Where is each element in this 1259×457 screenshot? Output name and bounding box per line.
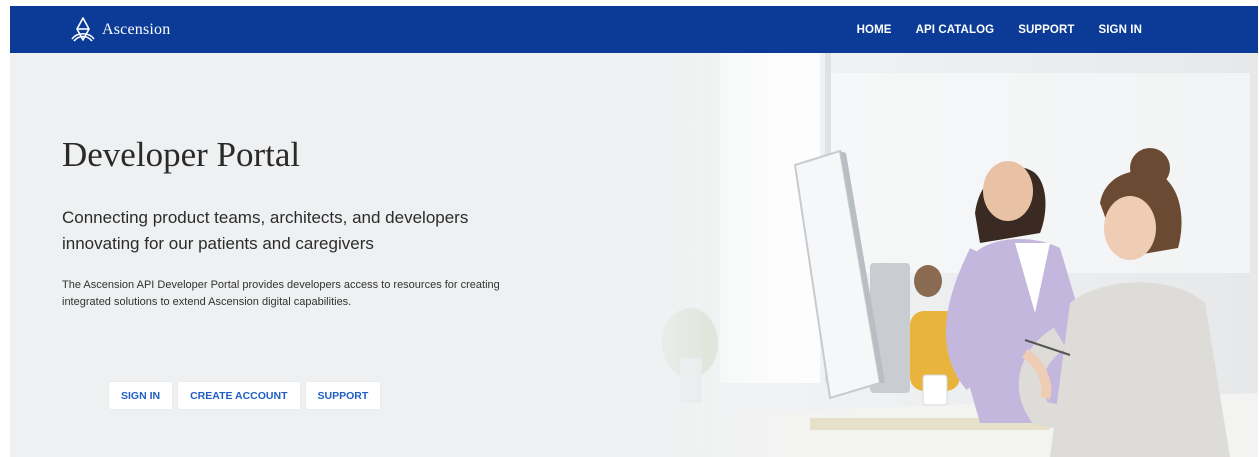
create-account-button[interactable]: CREATE ACCOUNT bbox=[178, 382, 300, 409]
page-title: Developer Portal bbox=[62, 135, 301, 174]
nav-sign-in-link[interactable]: SIGN IN bbox=[1098, 24, 1142, 36]
sign-in-button[interactable]: SIGN IN bbox=[109, 382, 173, 409]
hero-banner: Developer Portal Connecting product team… bbox=[10, 53, 1258, 457]
nav-home-link[interactable]: HOME bbox=[857, 24, 892, 36]
cta-button-row: SIGN IN CREATE ACCOUNT SUPPORT bbox=[109, 382, 381, 409]
nav-links: HOME API CATALOG SUPPORT SIGN IN bbox=[857, 6, 1142, 53]
brand-name: Ascension bbox=[102, 21, 171, 38]
ascension-logo-icon bbox=[68, 15, 98, 45]
page: Ascension HOME API CATALOG SUPPORT SIGN … bbox=[0, 0, 1259, 457]
brand[interactable]: Ascension bbox=[68, 15, 170, 45]
hero-photo bbox=[630, 53, 1258, 457]
nav-api-catalog-link[interactable]: API CATALOG bbox=[916, 24, 995, 36]
hero-subtitle: Connecting product teams, architects, an… bbox=[62, 208, 469, 253]
top-navbar: Ascension HOME API CATALOG SUPPORT SIGN … bbox=[10, 6, 1258, 53]
support-button[interactable]: SUPPORT bbox=[305, 382, 381, 409]
nav-support-link[interactable]: SUPPORT bbox=[1018, 24, 1074, 36]
hero-description: The Ascension API Developer Portal provi… bbox=[62, 279, 500, 308]
